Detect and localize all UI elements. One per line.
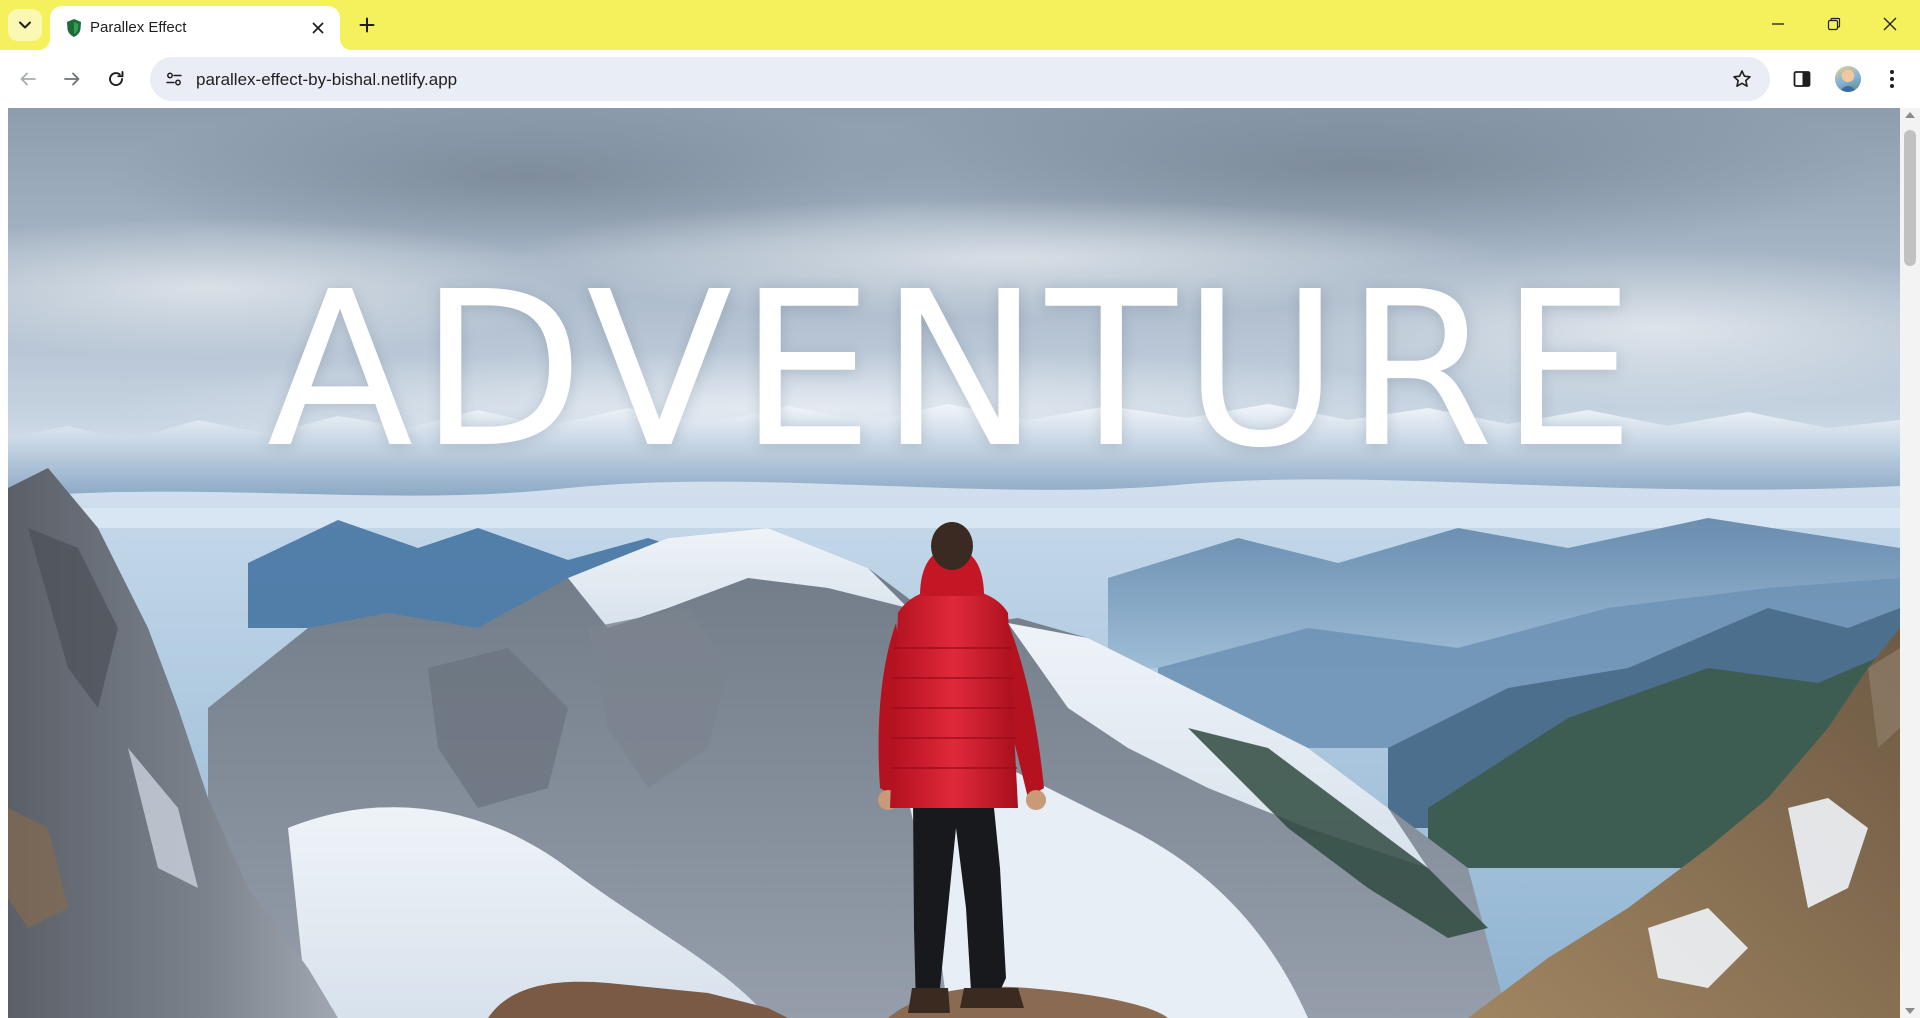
arrow-left-icon — [20, 72, 36, 86]
star-icon — [1733, 70, 1751, 87]
active-tab[interactable]: Parallex Effect — [38, 6, 352, 50]
minimize-button[interactable] — [1750, 0, 1806, 48]
tab-close-button[interactable] — [308, 18, 328, 38]
menu-button[interactable] — [1874, 61, 1910, 97]
avatar — [1835, 66, 1861, 92]
plus-icon — [359, 17, 375, 33]
kebab-menu-icon — [1890, 70, 1894, 88]
chevron-down-icon — [19, 21, 31, 29]
hero-title: ADVENTURE — [266, 246, 1642, 495]
site-info-button[interactable] — [162, 67, 186, 91]
back-button[interactable] — [10, 61, 46, 97]
profile-button[interactable] — [1830, 61, 1866, 97]
browser-toolbar: parallex-effect-by-bishal.netlify.app — [0, 50, 1920, 108]
tab-title: Parallex Effect — [90, 19, 187, 36]
minimize-icon — [1772, 23, 1784, 25]
address-bar[interactable]: parallex-effect-by-bishal.netlify.app — [150, 57, 1770, 101]
bookmark-button[interactable] — [1730, 67, 1754, 91]
arrow-right-icon — [64, 72, 80, 86]
site-settings-icon — [166, 72, 182, 86]
reload-button[interactable] — [98, 61, 134, 97]
forward-button[interactable] — [54, 61, 90, 97]
tab-search-button[interactable] — [8, 9, 42, 41]
reload-icon — [109, 71, 124, 86]
page-viewport: ADVENTURE — [8, 108, 1900, 1018]
restore-icon — [1827, 17, 1841, 31]
tab-strip: Parallex Effect — [0, 0, 1920, 50]
page-scrollbar[interactable] — [1900, 108, 1920, 1018]
scroll-down-arrow-icon[interactable] — [1905, 1008, 1915, 1014]
side-panel-icon — [1793, 71, 1811, 87]
url-text[interactable]: parallex-effect-by-bishal.netlify.app — [196, 70, 457, 90]
close-icon — [1883, 17, 1897, 31]
side-panel-button[interactable] — [1784, 61, 1820, 97]
window-close-button[interactable] — [1862, 0, 1918, 48]
close-icon — [312, 22, 324, 34]
shield-favicon-icon — [67, 19, 81, 37]
mountain-scene-background — [8, 108, 1900, 1018]
new-tab-button[interactable] — [353, 11, 381, 39]
restore-button[interactable] — [1806, 0, 1862, 48]
scroll-thumb[interactable] — [1904, 130, 1916, 266]
scroll-up-arrow-icon[interactable] — [1905, 112, 1915, 118]
